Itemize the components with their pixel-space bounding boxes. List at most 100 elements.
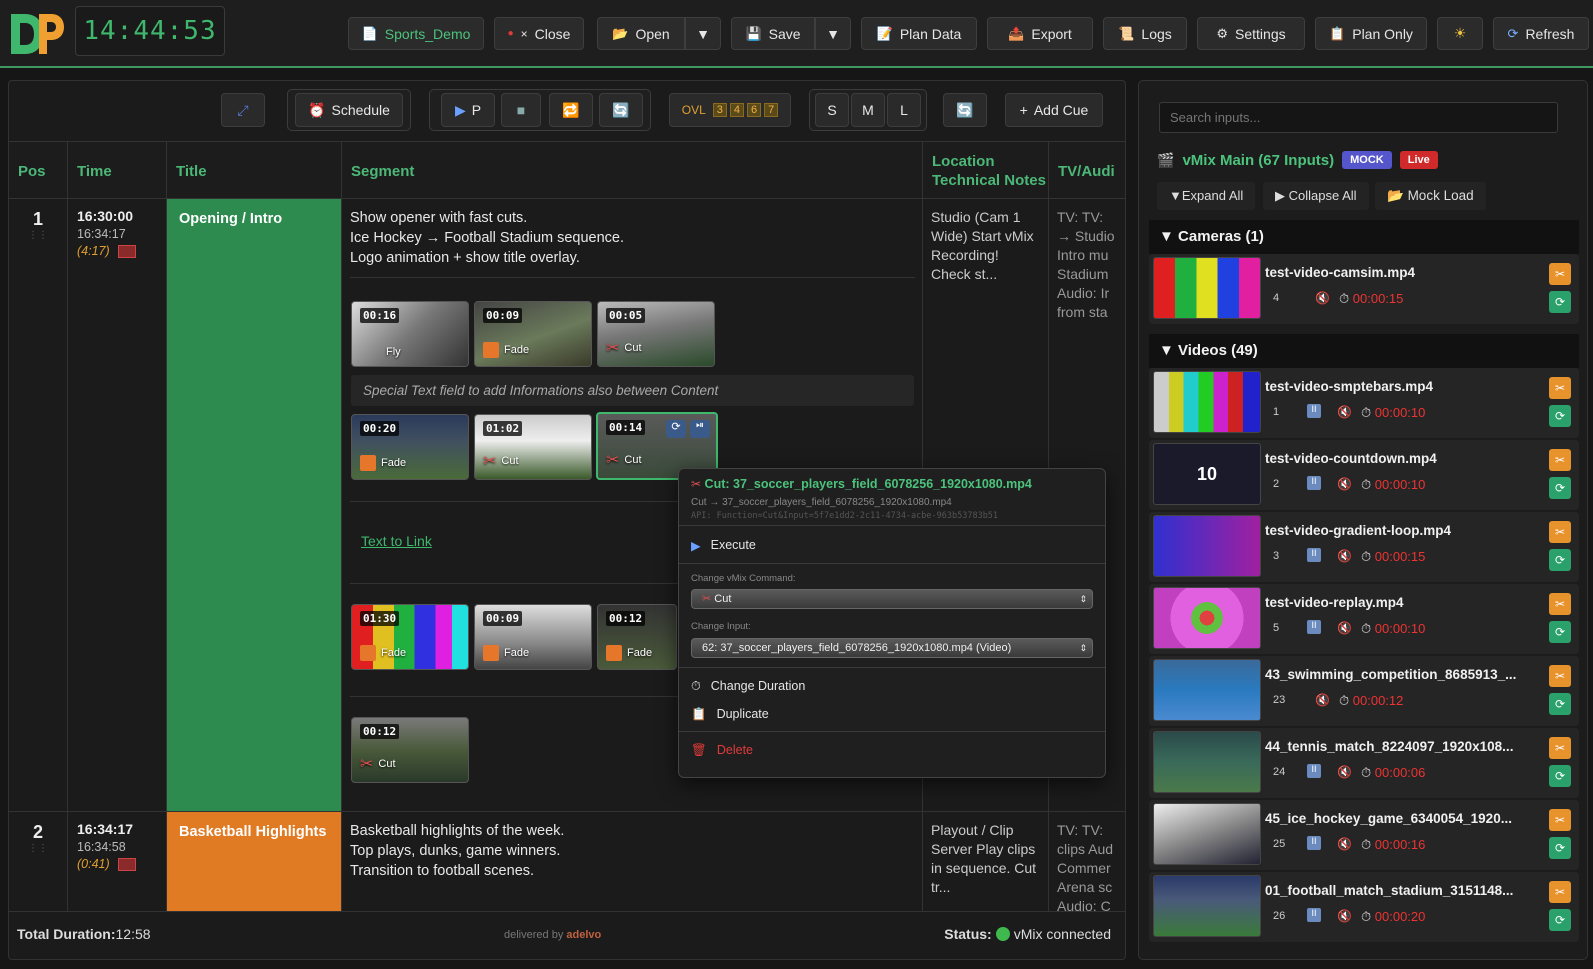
segment-line: Show opener with fast cuts. [350,210,528,226]
refresh-icon[interactable]: ⟳ [666,420,686,438]
sync-button[interactable]: 🔄 [599,93,643,127]
calendar-icon[interactable] [117,244,136,258]
open-dropdown-button[interactable]: ▼ [685,17,721,50]
live-badge[interactable]: Live [1399,151,1438,169]
refresh-icon[interactable]: ⟳ [1549,909,1571,931]
input-row[interactable]: 43_swimming_competition_8685913_... 23 🔇… [1149,656,1579,726]
settings-button[interactable]: ⚙ Settings [1197,17,1305,50]
reload-button[interactable]: 🔄 [943,93,987,127]
drag-handle-icon[interactable]: ⋮⋮ [9,230,67,241]
cut-button[interactable]: ✂ [1549,263,1571,285]
change-duration-menu-item[interactable]: ⏱ Change Duration [691,677,1093,695]
refresh-icon[interactable]: ⟳ [1549,693,1571,715]
play-p-button[interactable]: ▶ P [441,93,495,127]
size-m-button[interactable]: M [851,93,885,127]
refresh-icon[interactable]: ⟳ [1549,765,1571,787]
cut-button[interactable]: ✂ [1549,449,1571,471]
alarm-icon: ⏰ [308,101,326,118]
drag-handle-icon[interactable]: ⋮⋮ [9,843,67,854]
cut-button[interactable]: ✂ [1549,521,1571,543]
cut-button[interactable]: ✂ [1549,737,1571,759]
scissors-icon: ✂ [691,477,702,491]
refresh-icon[interactable]: ⟳ [1549,291,1571,313]
segment-line: Logo animation + show title overlay. [350,250,580,266]
refresh-icon[interactable]: ⟳ [1549,837,1571,859]
input-row[interactable]: 45_ice_hockey_game_6340054_1920... 25 II… [1149,800,1579,870]
special-text-field[interactable]: Special Text field to add Informations a… [351,375,914,406]
clip-thumb[interactable]: 00:12 Fade [597,604,677,670]
row-pos: 1 [32,209,43,229]
clip-thumb[interactable]: 00:09 Fade [474,604,592,670]
cut-button[interactable]: ✂ [1549,665,1571,687]
duplicate-menu-item[interactable]: 📋 Duplicate [691,705,1093,723]
overlay-button[interactable]: OVL 3 4 6 7 [669,93,791,127]
row-title[interactable]: Opening / Intro [167,199,342,811]
clip-context-menu: ✂ Cut: 37_soccer_players_field_6078256_1… [678,468,1106,778]
input-row[interactable]: test-video-gradient-loop.mp4 3 II 🔇 ⏱ 00… [1149,512,1579,582]
collapse-all-button[interactable]: ▶ Collapse All [1263,182,1369,210]
save-button[interactable]: 💾 Save [731,17,815,50]
fade-icon [360,645,376,661]
command-select[interactable]: ✂ Cut ⇕ [691,589,1093,609]
execute-menu-item[interactable]: ▶ Execute [691,535,1093,555]
clock-icon: ⏱ [1361,549,1372,564]
mock-load-button[interactable]: 📂 Mock Load [1375,182,1486,210]
search-input[interactable] [1159,102,1558,133]
export-button[interactable]: 📤 Export [987,17,1093,50]
close-button[interactable]: ● × Close [494,17,584,50]
clip-thumb[interactable]: 00:20 Fade [351,414,469,480]
videos-section-header[interactable]: ▼ Videos (49) [1149,334,1579,368]
clip-thumb[interactable]: 01:02 ✂ Cut [474,414,592,480]
expand-all-button[interactable]: ▼Expand All [1157,182,1256,210]
cut-button[interactable]: ✂ [1549,881,1571,903]
add-cue-button[interactable]: + Add Cue [1005,93,1103,127]
link-button[interactable]: ⤢ [221,93,265,127]
segment-line: Transition to football scenes. [350,863,535,879]
cameras-section-header[interactable]: ▼ Cameras (1) [1149,220,1579,254]
project-button[interactable]: 📄 Sports_Demo [348,17,484,50]
menu-api: API: Function=Cut&Input=5f7e1dd2-2c11-47… [691,511,999,521]
input-row[interactable]: 01_football_match_stadium_3151148... 26 … [1149,872,1579,942]
stop-button[interactable]: ■ [501,93,541,127]
clip-thumb[interactable]: 00:05 ✂ Cut [597,301,715,367]
scissors-icon: ✂ [606,452,620,469]
size-s-button[interactable]: S [815,93,849,127]
mute-icon: 🔇 [1337,405,1352,419]
clip-thumb[interactable]: 00:16 Fly [351,301,469,367]
clip-thumb[interactable]: 01:30 Fade [351,604,469,670]
text-link[interactable]: Text to Link [361,533,432,549]
row-title[interactable]: Basketball Highlights [167,812,342,922]
clip-thumb[interactable]: 00:12 ✂ Cut [351,717,469,783]
input-row[interactable]: test-video-replay.mp4 5 II 🔇 ⏱ 00:00:10 … [1149,584,1579,654]
theme-toggle-button[interactable]: ☀ [1437,17,1483,50]
delete-menu-item[interactable]: 🗑 Delete [691,741,1093,759]
open-button[interactable]: 📂 Open [597,17,685,50]
caret-down-icon: ▼ [1169,188,1182,203]
save-dropdown-button[interactable]: ▼ [815,17,851,50]
refresh-icon[interactable]: ⟳ [1549,549,1571,571]
plan-data-button[interactable]: 📝 Plan Data [861,17,977,50]
stop-icon: ■ [516,102,526,118]
input-row[interactable]: test-video-smptebars.mp4 1 II 🔇 ⏱ 00:00:… [1149,368,1579,438]
plan-only-button[interactable]: 📋 Plan Only [1315,17,1427,50]
logs-button[interactable]: 📜 Logs [1103,17,1187,50]
refresh-button[interactable]: ⟳ Refresh [1493,17,1589,50]
schedule-button[interactable]: ⏰ Schedule [295,93,403,127]
calendar-icon[interactable] [117,857,136,871]
input-row[interactable]: 10 test-video-countdown.mp4 2 II 🔇 ⏱ 00:… [1149,440,1579,510]
refresh-icon[interactable]: ⟳ [1549,405,1571,427]
cut-button[interactable]: ✂ [1549,377,1571,399]
loop-button[interactable]: 🔁 [549,93,593,127]
cut-button[interactable]: ✂ [1549,593,1571,615]
status-dot-icon [995,927,1010,941]
play-pause-icon[interactable]: ⏯ [690,420,710,438]
input-row[interactable]: test-video-camsim.mp4 4 🔇 ⏱ 00:00:15 ✂ ⟳ [1149,254,1579,324]
refresh-icon[interactable]: ⟳ [1549,621,1571,643]
size-l-button[interactable]: L [887,93,921,127]
row-pos: 2 [32,822,43,842]
input-row[interactable]: 44_tennis_match_8224097_1920x108... 24 I… [1149,728,1579,798]
cut-button[interactable]: ✂ [1549,809,1571,831]
input-select[interactable]: 62: 37_soccer_players_field_6078256_1920… [691,638,1093,658]
refresh-icon[interactable]: ⟳ [1549,477,1571,499]
clip-thumb[interactable]: 00:09 Fade [474,301,592,367]
